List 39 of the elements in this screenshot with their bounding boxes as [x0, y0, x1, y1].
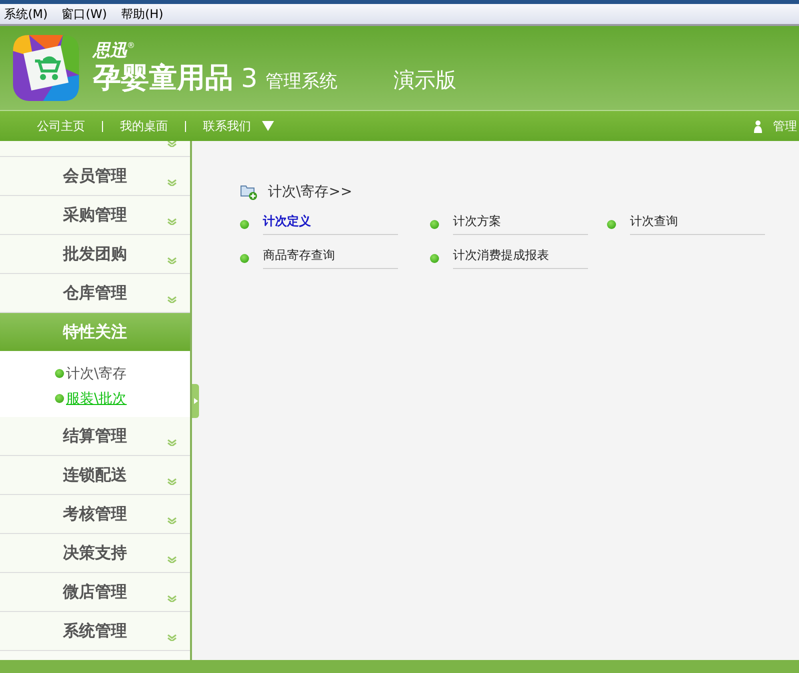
edition-label: 演示版 [394, 67, 457, 94]
bullet-icon [240, 220, 249, 228]
chevron-down-icon [167, 179, 177, 186]
chevron-down-icon [167, 296, 177, 303]
version-number: 3 [241, 64, 258, 94]
bullet-icon [240, 254, 249, 262]
product-name: 孕婴童用品 [93, 61, 233, 95]
menu-item[interactable]: 帮助(H) [120, 6, 164, 22]
chevron-down-icon [167, 218, 177, 225]
function-link[interactable]: 计次定义 [263, 213, 398, 235]
chevron-down-icon [167, 634, 177, 641]
section-title: 计次\寄存>> [268, 183, 352, 201]
function-link[interactable]: 计次方案 [453, 213, 588, 235]
chevron-down-icon [167, 517, 177, 524]
chevron-down-icon [167, 595, 177, 602]
function-link[interactable]: 计次消费提成报表 [453, 247, 588, 269]
function-link[interactable]: 商品寄存查询 [263, 247, 398, 269]
brand-name: 思迅 [93, 41, 127, 61]
logo-icon [13, 35, 79, 101]
menu-item[interactable]: 系统(M) [4, 6, 48, 22]
chevron-down-icon [167, 257, 177, 264]
bullet-icon [430, 254, 439, 262]
submenu-link[interactable]: 计次\寄存 [66, 364, 127, 382]
menu-item[interactable]: 窗口(W) [62, 6, 107, 22]
collapse-handle[interactable] [192, 384, 199, 418]
chevron-down-icon [167, 439, 177, 446]
chevron-down-icon [167, 478, 177, 485]
chevron-down-icon [167, 141, 177, 147]
bullet-icon [607, 220, 616, 228]
user-icon [753, 120, 763, 132]
system-subtitle: 管理系统 [266, 70, 338, 93]
chevron-down-icon [167, 556, 177, 563]
bullet-icon [55, 394, 64, 403]
dropdown-icon[interactable] [262, 121, 274, 131]
bullet-icon [55, 369, 64, 378]
bullet-icon [430, 220, 439, 228]
trademark-mark: ® [127, 41, 135, 50]
folder-add-icon [240, 184, 258, 200]
function-link[interactable]: 计次查询 [630, 213, 765, 235]
